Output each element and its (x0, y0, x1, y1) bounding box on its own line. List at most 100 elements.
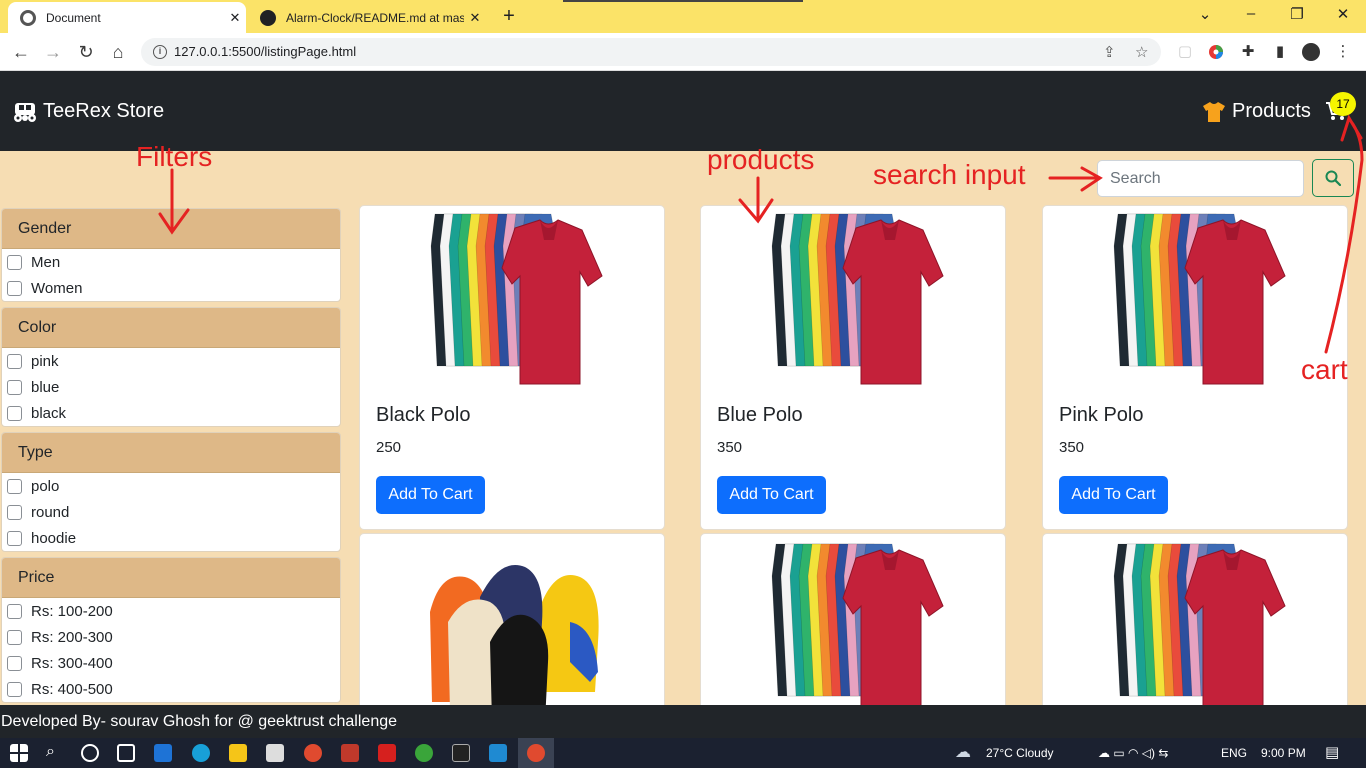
option-label: hoodie (31, 529, 77, 547)
side-panel-icon[interactable]: ▮ (1271, 43, 1289, 61)
filter-option-blue[interactable]: blue (2, 374, 340, 400)
chrome-active-icon[interactable] (518, 738, 554, 768)
checkbox[interactable] (7, 629, 22, 645)
tab-search-icon[interactable]: ⌄ (1190, 5, 1220, 23)
search-input[interactable] (1097, 160, 1304, 197)
filter-group-price: Price Rs: 100-200 Rs: 200-300 Rs: 300-40… (1, 557, 341, 703)
checkbox[interactable] (7, 681, 22, 697)
polo-shirts-image (771, 543, 944, 712)
checkbox[interactable] (7, 379, 22, 395)
share-icon[interactable]: ⇪ (1103, 43, 1116, 61)
filter-option-round[interactable]: round (2, 499, 340, 525)
torrent-icon[interactable] (415, 744, 433, 762)
language-indicator[interactable]: ENG (1221, 746, 1247, 760)
annotation-cart: cart (1301, 354, 1348, 385)
address-bar[interactable]: i 127.0.0.1:5500/listingPage.html ⇪ ☆ (141, 38, 1161, 66)
option-label: Rs: 100-200 (31, 602, 113, 620)
filter-option-price-200-300[interactable]: Rs: 200-300 (2, 624, 340, 650)
cart-count-badge[interactable]: 17 (1330, 92, 1356, 116)
restore-icon[interactable]: ❐ (1282, 5, 1312, 23)
file-explorer-icon[interactable] (229, 744, 247, 762)
product-name: Black Polo (376, 404, 471, 426)
close-icon[interactable]: ✕ (224, 10, 246, 26)
browser-tab-github[interactable]: Alarm-Clock/README.md at mas ✕ (250, 2, 486, 33)
app-navbar: TeeRex Store Products (0, 71, 1366, 151)
bookmark-star-icon[interactable]: ☆ (1135, 43, 1148, 61)
color-picker-icon[interactable] (1207, 43, 1225, 61)
add-to-cart-button[interactable]: Add To Cart (376, 476, 485, 514)
reload-icon[interactable]: ↻ (75, 41, 97, 63)
info-icon[interactable]: i (153, 45, 167, 59)
product-card: Blue Polo 350 Add To Cart (700, 205, 1006, 530)
weather-text[interactable]: 27°C Cloudy (986, 746, 1054, 760)
chrome-icon[interactable] (304, 744, 322, 762)
filter-option-price-100-200[interactable]: Rs: 100-200 (2, 598, 340, 624)
filter-option-black[interactable]: black (2, 400, 340, 426)
extension-icon[interactable]: ▢ (1176, 43, 1194, 61)
add-to-cart-button[interactable]: Add To Cart (717, 476, 826, 514)
checkbox[interactable] (7, 478, 22, 494)
option-label: Women (31, 279, 83, 297)
game-icon[interactable] (341, 744, 359, 762)
filter-option-price-400-500[interactable]: Rs: 400-500 (2, 676, 340, 702)
filter-option-price-300-400[interactable]: Rs: 300-400 (2, 650, 340, 676)
tab-title: Document (46, 10, 101, 25)
tab-strip-accent (563, 0, 803, 2)
checkbox[interactable] (7, 353, 22, 369)
menu-icon[interactable]: ⋮ (1334, 43, 1352, 61)
vscode-icon[interactable] (489, 744, 507, 762)
checkbox[interactable] (7, 655, 22, 671)
profile-avatar[interactable] (1302, 43, 1320, 61)
filter-option-women[interactable]: Women (2, 275, 340, 301)
product-card (1042, 533, 1348, 713)
filter-option-hoodie[interactable]: hoodie (2, 525, 340, 551)
checkbox[interactable] (7, 504, 22, 520)
checkbox[interactable] (7, 405, 22, 421)
task-view-icon[interactable] (117, 744, 135, 762)
polo-shirts-image (1113, 543, 1286, 712)
filter-title: Type (2, 433, 340, 473)
new-tab-button[interactable]: + (498, 6, 520, 28)
close-icon[interactable]: ✕ (464, 10, 486, 26)
checkbox[interactable] (7, 603, 22, 619)
checkbox[interactable] (7, 530, 22, 546)
edge-icon[interactable] (192, 744, 210, 762)
browser-toolbar: ← → ↻ ⌂ i 127.0.0.1:5500/listingPage.htm… (0, 33, 1366, 71)
minimize-icon[interactable]: – (1236, 5, 1266, 22)
mail-icon[interactable] (154, 744, 172, 762)
filter-option-pink[interactable]: pink (2, 348, 340, 374)
clock[interactable]: 9:00 PM (1261, 746, 1306, 760)
cloud-icon: ☁ (955, 744, 971, 761)
products-label: Products (1232, 100, 1311, 122)
terminal-icon[interactable] (452, 744, 470, 762)
search-icon[interactable]: ⌕ (46, 743, 55, 761)
notification-icon[interactable]: ▤ (1325, 743, 1339, 761)
pdf-icon[interactable] (378, 744, 396, 762)
checkbox[interactable] (7, 280, 22, 296)
puzzle-icon[interactable]: ✚ (1239, 43, 1257, 61)
option-label: pink (31, 352, 59, 370)
chat-icon[interactable] (266, 744, 284, 762)
window-close-icon[interactable]: ✕ (1328, 5, 1358, 23)
windows-start-icon[interactable] (10, 744, 28, 762)
option-label: polo (31, 477, 60, 495)
cortana-icon[interactable] (81, 744, 99, 762)
filter-option-men[interactable]: Men (2, 249, 340, 275)
brand-link[interactable]: TeeRex Store (12, 100, 164, 123)
search-button[interactable] (1312, 159, 1354, 197)
tray-icons[interactable]: ☁ ▭ ◠ ◁) ⇆ (1098, 746, 1168, 760)
home-icon[interactable]: ⌂ (107, 41, 129, 63)
filter-option-polo[interactable]: polo (2, 473, 340, 499)
browser-tab-document[interactable]: Document ✕ (8, 2, 246, 33)
products-nav-link[interactable]: Products (1202, 100, 1311, 123)
annotation-products: products (707, 144, 815, 175)
checkbox[interactable] (7, 254, 22, 270)
forward-icon[interactable]: → (42, 41, 64, 63)
back-icon[interactable]: ← (10, 41, 32, 63)
add-to-cart-button[interactable]: Add To Cart (1059, 476, 1168, 514)
polo-shirts-image (430, 213, 603, 385)
arrow-right-icon (1048, 166, 1103, 192)
filter-group-gender: Gender Men Women (1, 208, 341, 302)
option-label: round (31, 503, 70, 521)
option-label: blue (31, 378, 60, 396)
